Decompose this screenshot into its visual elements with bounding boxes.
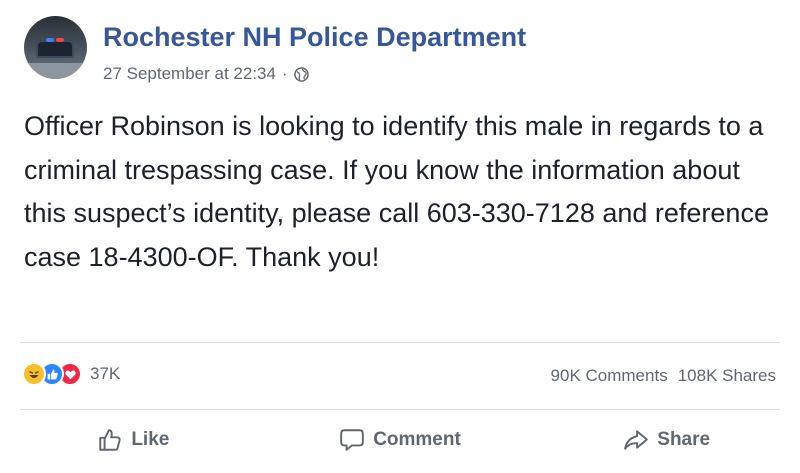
shares-count-link[interactable]: 108K Shares	[678, 366, 776, 386]
comment-button[interactable]: Comment	[267, 420, 534, 460]
like-button-label: Like	[131, 429, 170, 450]
avatar-police-car	[36, 40, 74, 58]
page-avatar[interactable]	[24, 16, 87, 79]
avatar-blue-light	[46, 38, 54, 42]
haha-icon	[22, 362, 46, 386]
like-button[interactable]: Like	[0, 420, 267, 460]
globe-icon[interactable]	[293, 66, 309, 82]
comment-bubble-icon	[340, 429, 364, 451]
engagement-counts: 90K Comments 108K Shares	[551, 366, 776, 386]
avatar-red-light	[56, 38, 64, 42]
thumbs-up-icon	[99, 429, 121, 451]
divider-bottom	[20, 409, 780, 410]
share-button[interactable]: Share	[533, 420, 800, 460]
post-body-text: Officer Robinson is looking to identify …	[24, 111, 769, 272]
post-timestamp[interactable]: 27 September at 22:34	[103, 64, 276, 84]
reactions-summary[interactable]: 37K	[22, 362, 120, 386]
comment-button-label: Comment	[373, 429, 461, 450]
reactions-count: 37K	[90, 364, 121, 383]
share-arrow-icon	[624, 430, 649, 450]
divider-top	[20, 342, 780, 343]
post-meta: 27 September at 22:34 ·	[103, 64, 309, 84]
facebook-post: Rochester NH Police Department 27 Septem…	[0, 0, 800, 473]
avatar-road	[24, 63, 87, 79]
page-name-link[interactable]: Rochester NH Police Department	[103, 22, 526, 53]
share-button-label: Share	[657, 429, 711, 450]
action-bar: Like Comment Share	[0, 420, 800, 460]
comments-count-link[interactable]: 90K Comments	[551, 366, 668, 386]
meta-separator: ·	[281, 64, 288, 83]
